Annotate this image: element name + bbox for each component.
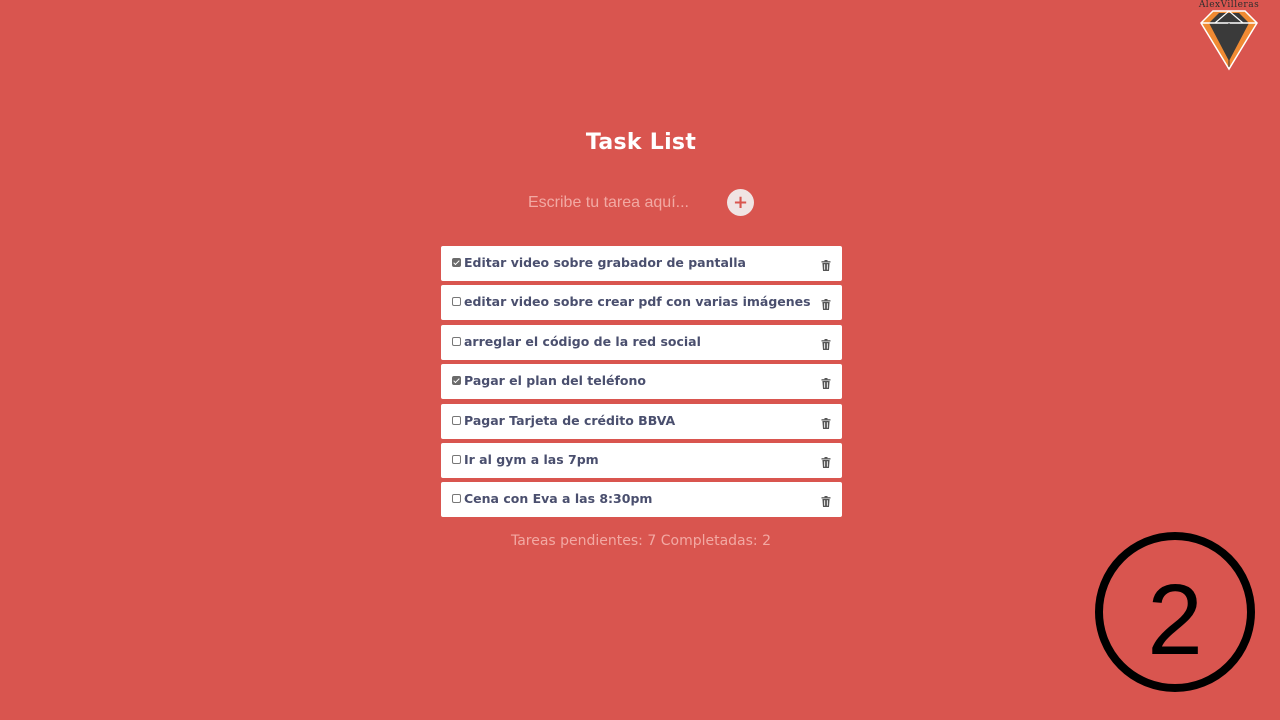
- task-item: Ir al gym a las 7pm: [441, 442, 842, 478]
- diamond-logo-icon: [1200, 10, 1258, 71]
- new-task-input[interactable]: [520, 189, 718, 217]
- task-checkbox[interactable]: [452, 336, 461, 346]
- trash-icon[interactable]: [821, 295, 831, 311]
- task-checkbox[interactable]: [452, 415, 461, 425]
- task-text: arreglar el código de la red social: [464, 333, 701, 349]
- task-item: Cena con Eva a las 8:30pm: [441, 482, 842, 518]
- task-checkbox[interactable]: [452, 494, 461, 504]
- task-checkbox[interactable]: [452, 454, 461, 464]
- step-number-badge: 2: [1095, 532, 1255, 692]
- add-task-button[interactable]: +: [727, 189, 754, 216]
- task-status: Tareas pendientes: 7 Completadas: 2: [0, 533, 1280, 549]
- trash-icon[interactable]: [821, 453, 831, 468]
- completed-label: Completadas:: [660, 533, 758, 549]
- pending-label: Tareas pendientes:: [510, 533, 643, 549]
- trash-icon[interactable]: [821, 492, 831, 508]
- app-page: AlexVilleras Task List + Editar video so…: [0, 0, 1280, 720]
- completed-count: 2: [762, 533, 772, 549]
- task-item: editar video sobre crear pdf con varias …: [441, 285, 842, 321]
- task-item: arreglar el código de la red social: [441, 324, 842, 360]
- task-list: Editar video sobre grabador de pantalla e…: [441, 246, 842, 522]
- task-item: Pagar Tarjeta de crédito BBVA: [441, 403, 842, 439]
- page-title: Task List: [585, 130, 697, 155]
- trash-icon[interactable]: [821, 256, 831, 271]
- task-checkbox[interactable]: [452, 376, 461, 386]
- task-text: editar video sobre crear pdf con varias …: [464, 294, 811, 310]
- trash-icon[interactable]: [821, 374, 831, 390]
- task-item: Editar video sobre grabador de pantalla: [441, 246, 842, 281]
- task-checkbox[interactable]: [452, 258, 461, 267]
- trash-icon[interactable]: [821, 335, 831, 350]
- new-task-row: +: [520, 187, 760, 219]
- task-text: Editar video sobre grabador de pantalla: [464, 255, 746, 270]
- pending-count: 7: [647, 533, 657, 549]
- task-text: Cena con Eva a las 8:30pm: [464, 491, 653, 507]
- step-number: 2: [1147, 564, 1203, 676]
- brand-logo: AlexVilleras: [1194, 0, 1264, 72]
- task-checkbox[interactable]: [452, 297, 461, 307]
- task-item: Pagar el plan del teléfono: [441, 364, 842, 400]
- task-text: Pagar Tarjeta de crédito BBVA: [464, 412, 676, 428]
- task-text: Ir al gym a las 7pm: [464, 451, 599, 467]
- trash-icon[interactable]: [821, 414, 831, 429]
- task-text: Pagar el plan del teléfono: [464, 373, 646, 389]
